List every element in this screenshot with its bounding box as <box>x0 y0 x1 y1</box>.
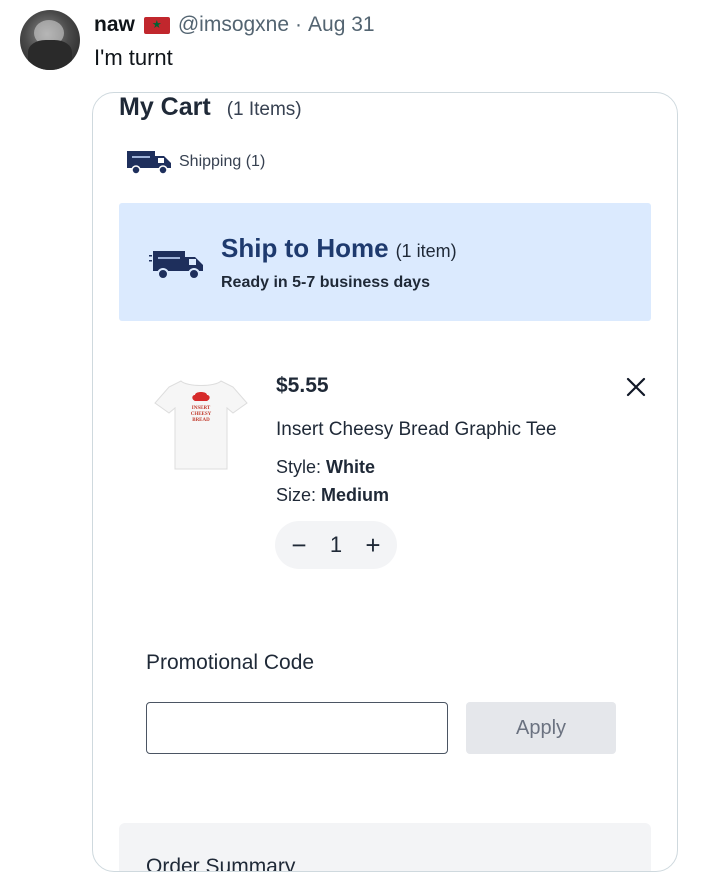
shirt-print-line: INSERT <box>192 406 211 411</box>
user-handle[interactable]: @imsogxne <box>178 13 289 37</box>
shipping-tab[interactable]: Shipping (1) <box>127 147 265 177</box>
item-price: $5.55 <box>276 374 329 397</box>
tweet-text: I'm turnt <box>94 45 173 70</box>
decrease-quantity-button[interactable]: − <box>289 532 309 558</box>
shirt-print-line: CHEESY <box>191 412 212 417</box>
style-value: White <box>326 457 376 477</box>
cart-item-count: (1 Items) <box>226 99 302 120</box>
item-style: Style: White <box>276 457 375 478</box>
banner-title: Ship to Home <box>221 233 389 263</box>
avatar[interactable] <box>20 10 80 70</box>
display-name[interactable]: naw <box>94 13 135 37</box>
size-label: Size: <box>276 485 322 505</box>
promo-code-label: Promotional Code <box>146 651 315 674</box>
quantity-stepper: − 1 + <box>275 521 397 569</box>
item-size: Size: Medium <box>276 485 389 506</box>
cart-screenshot-card[interactable]: My Cart (1 Items) Shipping (1) Ship to H… <box>92 92 678 872</box>
morocco-flag-icon <box>143 16 170 34</box>
tweet-date[interactable]: Aug 31 <box>308 13 375 37</box>
separator-dot: · <box>295 13 303 36</box>
shipping-tab-label: Shipping (1) <box>179 153 266 170</box>
quantity-value: 1 <box>329 532 343 557</box>
cart-title-row: My Cart (1 Items) <box>119 93 302 122</box>
shirt-print-line: BREAD <box>192 418 210 423</box>
size-value: Medium <box>321 485 390 505</box>
promo-code-input[interactable] <box>146 702 448 754</box>
style-label: Style: <box>276 457 327 477</box>
product-image[interactable]: INSERT CHEESY BREAD <box>151 375 251 475</box>
order-summary-panel: Order Summary <box>119 823 651 872</box>
delivery-estimate: Ready in 5-7 business days <box>221 274 430 291</box>
close-icon[interactable] <box>624 375 648 399</box>
ship-to-home-banner: Ship to Home (1 item) Ready in 5-7 busin… <box>119 203 651 321</box>
truck-icon <box>149 251 203 280</box>
cart-title: My Cart <box>119 93 211 121</box>
banner-item-count: (1 item) <box>395 241 457 261</box>
truck-icon <box>127 151 171 175</box>
tweet-header: naw @imsogxne · Aug 31 <box>94 12 375 38</box>
item-name[interactable]: Insert Cheesy Bread Graphic Tee <box>276 419 557 441</box>
increase-quantity-button[interactable]: + <box>363 532 383 558</box>
apply-button[interactable]: Apply <box>466 702 616 754</box>
order-summary-title: Order Summary <box>146 855 296 872</box>
banner-title-row: Ship to Home (1 item) <box>221 233 457 264</box>
